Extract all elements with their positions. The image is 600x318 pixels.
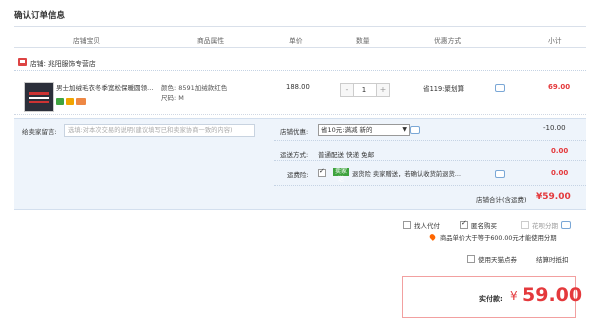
delivery-method: 普通配送 快递 免邮 [318,151,375,159]
shop-discount-value: -10.00 [543,124,566,132]
insurance-label: 运费险: [287,171,309,179]
insurance-text: 退货险 卖家赠送，若确认收货前退货… [352,171,462,178]
shop-discount-label: 店铺优惠: [280,128,309,136]
divider [14,26,586,27]
deduct-link[interactable]: 结算时抵扣 [536,254,569,264]
seller-gift-tag: 卖家送 [333,168,349,183]
order-item-row [14,74,586,115]
proxy-pay-label: 找人代付 [414,222,440,230]
divider [14,47,586,48]
divider [14,70,586,71]
chat-icon[interactable] [495,84,505,92]
payment-label: 实付款: [479,295,503,303]
shop-row: 店铺: 兆阳服饰专营店 [14,55,586,69]
promo-text: 省119:聚划算 [423,85,465,93]
product-color: 颜色: 8591加绒款红色 [161,84,228,92]
shop-discount-select[interactable]: 省10元:满减 新的 ▼ [318,124,410,136]
page-title: 确认订单信息 [14,11,66,21]
anonymous-label: 匿名购买 [471,222,497,230]
chat-icon[interactable] [561,221,571,229]
payment-currency: ¥ [510,289,518,303]
qty-increase-button[interactable]: + [376,83,390,97]
insurance-fee: 0.00 [551,169,569,177]
product-name-link[interactable]: 男士加绒毛衣冬季宽松保暖圆领… [56,82,154,92]
divider [274,160,586,161]
product-size: 尺码: M [161,94,184,102]
shop-discount-selected: 省10元:满减 新的 [321,126,373,134]
proxy-pay-checkbox[interactable] [403,221,411,229]
seven-day-return-icon [56,98,64,105]
unit-price: 188.00 [286,83,310,91]
delivery-label: 运送方式: [280,151,309,159]
location-pin-icon [428,233,437,241]
col-header-subtotal: 小计 [548,37,562,45]
delivery-fee: 0.00 [551,147,569,155]
col-header-qty: 数量 [356,37,370,45]
payment-amount: 59.00 [522,284,583,306]
huabei-label: 花呗分期 [532,222,558,230]
chat-icon[interactable] [495,170,505,178]
seller-memo-input[interactable]: 选填:对本次交易的说明(建议填写已和卖家协商一致的内容) [64,124,255,137]
quantity-input[interactable]: 1 [352,83,376,97]
insurance-checkbox[interactable] [318,167,326,177]
shop-total-value: ¥59.00 [536,192,571,202]
tmall-points-checkbox[interactable] [467,255,475,263]
divider [274,140,586,141]
shop-icon [18,58,27,66]
col-header-attrs: 商品属性 [197,37,225,45]
col-header-price: 单价 [289,37,303,45]
chat-icon[interactable] [410,126,420,134]
chevron-down-icon: ▼ [402,126,407,133]
memo-label: 给卖家留言: [22,128,57,136]
item-subtotal: 69.00 [548,83,571,91]
col-header-promo: 优惠方式 [434,37,462,45]
huabei-checkbox[interactable] [521,221,529,229]
shop-total-label: 店铺合计(含运费) [476,196,527,204]
installment-note: 商品单价大于等于600.00元才能使用分期 [440,235,557,242]
anonymous-checkbox[interactable] [460,219,468,229]
col-header-items: 店铺宝贝 [73,37,101,45]
product-thumbnail[interactable] [24,82,54,112]
guarantee-icon [66,98,74,105]
shop-name-link[interactable]: 店铺: 兆阳服饰专营店 [30,58,96,68]
tmall-points-label: 使用天猫点券 [478,256,517,264]
credit-card-icon [76,98,86,105]
divider [274,185,586,186]
